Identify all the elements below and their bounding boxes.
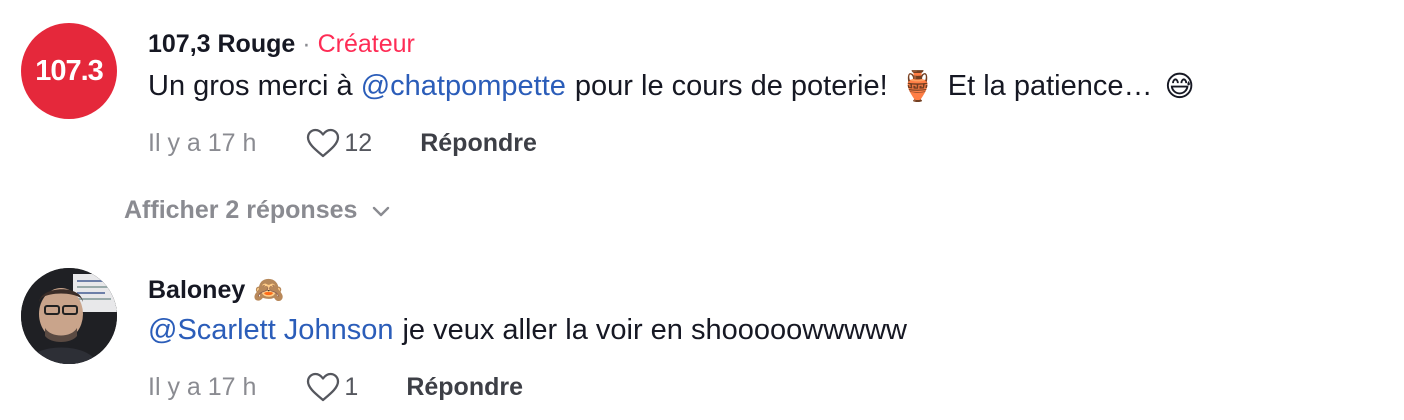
heart-icon bbox=[307, 372, 340, 402]
author-name[interactable]: Baloney bbox=[148, 276, 245, 305]
author-emoji: 🙈 bbox=[253, 276, 285, 304]
like-count: 12 bbox=[344, 128, 373, 157]
comment-text-part2: Et la patience… bbox=[947, 70, 1153, 102]
mention-link[interactable]: @Scarlett Johnson bbox=[148, 314, 393, 347]
creator-badge: Créateur bbox=[317, 30, 415, 58]
avatar[interactable] bbox=[21, 268, 117, 364]
comment-meta: Il y a 17 h 12 Répondre bbox=[148, 128, 537, 158]
like-count: 1 bbox=[344, 372, 359, 401]
comment-header: Baloney 🙈 bbox=[148, 276, 284, 305]
mention-link[interactable]: @chatpompette bbox=[361, 70, 566, 103]
like-button[interactable]: 12 bbox=[306, 128, 372, 158]
view-replies-label: Afficher 2 réponses bbox=[124, 196, 358, 224]
like-button[interactable]: 1 bbox=[306, 372, 358, 402]
view-replies-button[interactable]: Afficher 2 réponses bbox=[124, 196, 391, 225]
amphora-emoji: 🏺 bbox=[899, 70, 936, 103]
heart-icon bbox=[307, 128, 340, 158]
timestamp: Il y a 17 h bbox=[148, 128, 257, 157]
comment-header: 107,3 Rouge · Créateur bbox=[148, 30, 415, 59]
comment-meta: Il y a 17 h 1 Répondre bbox=[148, 372, 523, 402]
reply-button[interactable]: Répondre bbox=[420, 129, 537, 158]
comment-text-part1: pour le cours de poterie! bbox=[574, 70, 888, 102]
author-name[interactable]: 107,3 Rouge bbox=[148, 30, 295, 59]
avatar-logo-text: 107.3 bbox=[35, 54, 104, 87]
user-photo bbox=[21, 268, 117, 364]
timestamp: Il y a 17 h bbox=[148, 372, 257, 401]
comment-text: @Scarlett Johnson je veux aller la voir … bbox=[148, 314, 907, 347]
avatar[interactable]: 107.3 bbox=[21, 23, 117, 119]
comment-text: Un gros merci à @chatpompette pour le co… bbox=[148, 70, 1195, 103]
separator: · bbox=[302, 30, 311, 58]
reply-button[interactable]: Répondre bbox=[406, 373, 523, 402]
sweat-smile-emoji: 😅 bbox=[1164, 71, 1195, 103]
chevron-down-icon bbox=[373, 206, 390, 216]
comment-text-body: je veux aller la voir en shooooowwwww bbox=[402, 314, 907, 346]
